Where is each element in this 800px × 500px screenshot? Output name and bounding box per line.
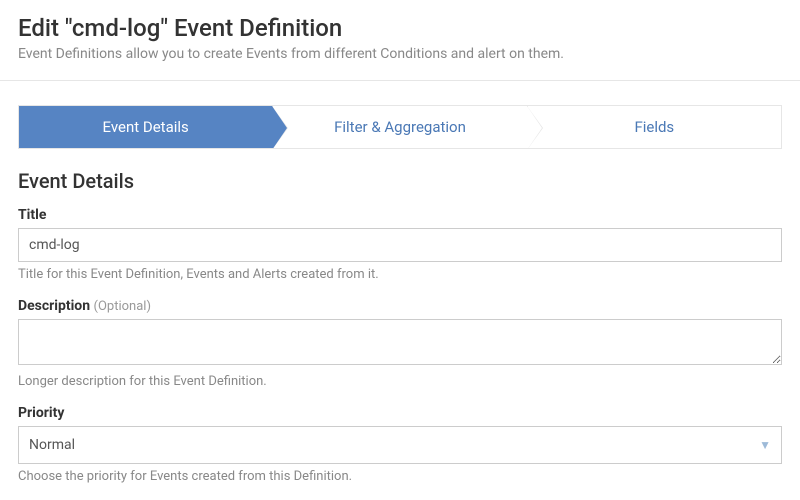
step-label: Fields bbox=[634, 118, 674, 136]
page-title: Edit "cmd-log" Event Definition bbox=[18, 14, 782, 42]
priority-select[interactable]: Normal ▼ bbox=[18, 426, 782, 464]
section-heading: Event Details bbox=[18, 169, 782, 193]
priority-selected-value: Normal bbox=[29, 437, 75, 453]
title-label: Title bbox=[18, 207, 782, 223]
title-help: Title for this Event Definition, Events … bbox=[18, 267, 782, 282]
title-input[interactable] bbox=[18, 228, 782, 262]
priority-label: Priority bbox=[18, 405, 782, 421]
priority-help: Choose the priority for Events created f… bbox=[18, 469, 782, 484]
step-event-details[interactable]: Event Details bbox=[19, 106, 272, 148]
wizard-steps: Event Details Filter & Aggregation Field… bbox=[18, 105, 782, 149]
caret-down-icon: ▼ bbox=[759, 438, 771, 452]
page-subtitle: Event Definitions allow you to create Ev… bbox=[18, 46, 782, 62]
description-label-text: Description bbox=[18, 298, 90, 314]
description-label: Description (Optional) bbox=[18, 298, 782, 314]
step-label: Filter & Aggregation bbox=[334, 118, 466, 136]
description-help: Longer description for this Event Defini… bbox=[18, 374, 782, 389]
step-filter-aggregation[interactable]: Filter & Aggregation bbox=[272, 106, 526, 148]
optional-marker: (Optional) bbox=[94, 299, 151, 314]
step-label: Event Details bbox=[103, 118, 189, 136]
description-input[interactable] bbox=[18, 319, 782, 365]
step-fields[interactable]: Fields bbox=[527, 106, 781, 148]
